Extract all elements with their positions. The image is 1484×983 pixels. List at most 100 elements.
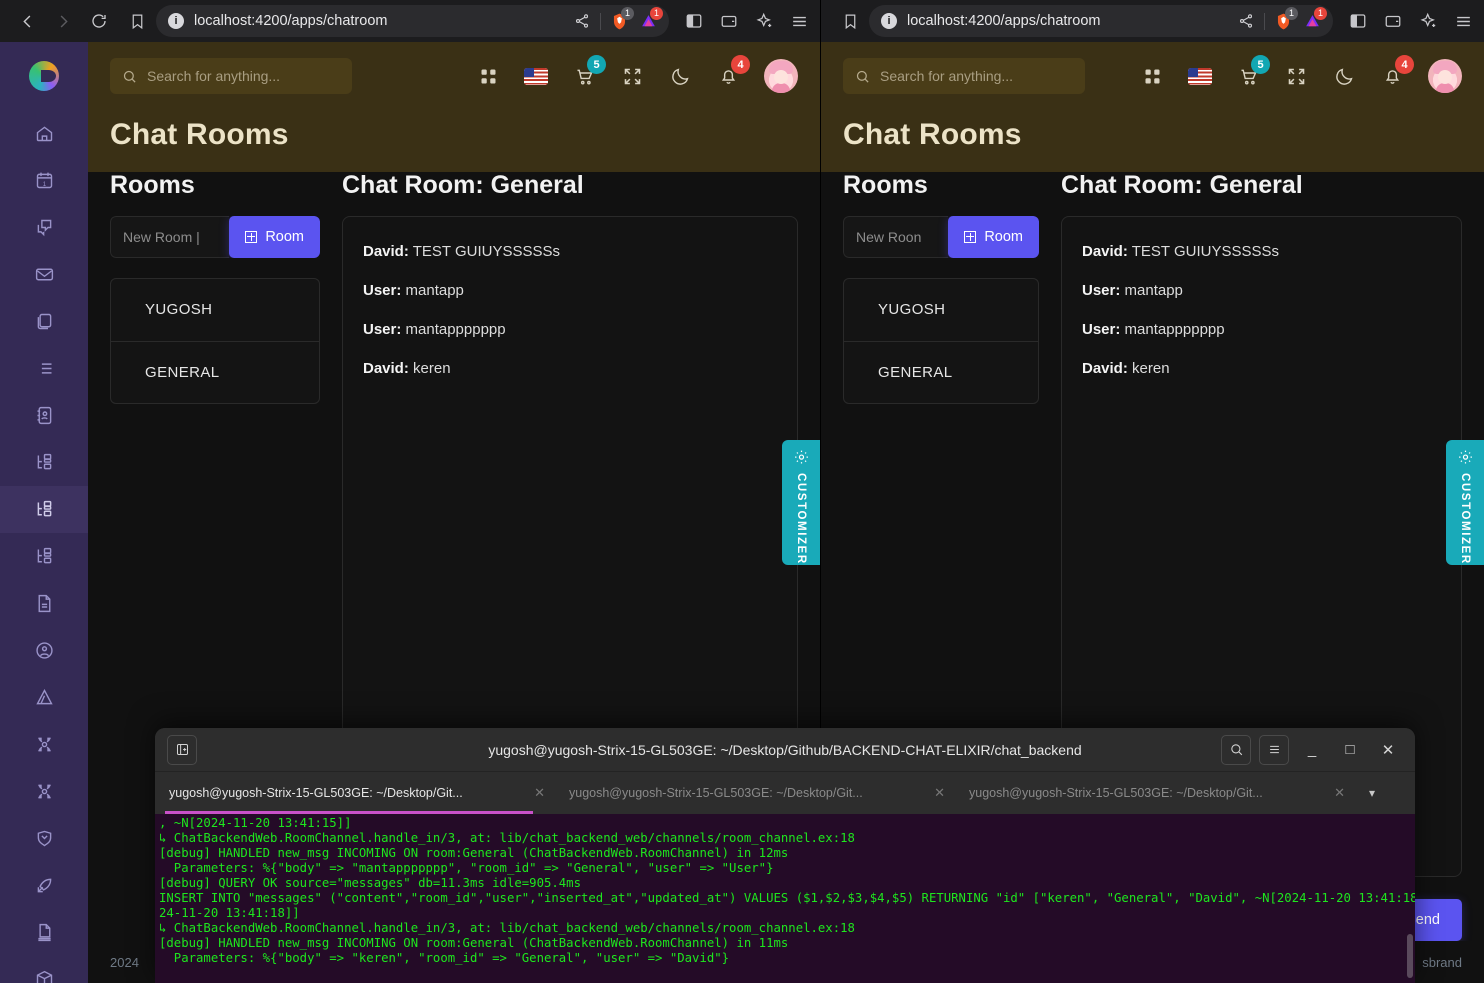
sidebar-panel-icon[interactable] bbox=[1347, 10, 1369, 32]
minimize-button[interactable]: _ bbox=[1297, 735, 1327, 765]
terminal-tab[interactable]: yugosh@yugosh-Strix-15-GL503GE: ~/Deskto… bbox=[555, 772, 955, 814]
apps-grid-icon[interactable] bbox=[476, 64, 500, 88]
sidebar-item-tree-1[interactable] bbox=[0, 439, 88, 486]
close-icon[interactable]: ✕ bbox=[924, 785, 945, 801]
search-input[interactable] bbox=[147, 68, 340, 84]
message-text: mantappppppp bbox=[401, 321, 505, 338]
address-bar[interactable]: i localhost:4200/apps/chatroom 1 1 bbox=[156, 5, 669, 37]
sidebar-item-chat[interactable] bbox=[0, 204, 88, 251]
sidebar-item-home[interactable] bbox=[0, 110, 88, 157]
close-icon[interactable]: ✕ bbox=[524, 785, 545, 801]
notifications-badge: 4 bbox=[1395, 55, 1414, 74]
sidebar-item-atom-2[interactable] bbox=[0, 768, 88, 815]
dark-mode-icon[interactable] bbox=[668, 64, 692, 88]
language-flag-icon[interactable] bbox=[1188, 64, 1212, 88]
sidebar-item-document[interactable] bbox=[0, 580, 88, 627]
extension-icon[interactable]: 1 bbox=[1301, 10, 1323, 32]
terminal-titlebar: yugosh@yugosh-Strix-15-GL503GE: ~/Deskto… bbox=[155, 728, 1415, 772]
maximize-button[interactable]: □ bbox=[1335, 735, 1365, 765]
bookmark-icon[interactable] bbox=[839, 10, 861, 32]
sidebar-item-calendar[interactable]: 1 bbox=[0, 157, 88, 204]
sidebar-item-pages[interactable] bbox=[0, 909, 88, 956]
extension-icon[interactable]: 1 bbox=[637, 10, 659, 32]
language-flag-icon[interactable] bbox=[524, 64, 548, 88]
add-room-button[interactable]: Room bbox=[948, 216, 1039, 258]
app-sidebar: 1 bbox=[0, 42, 88, 983]
new-room-input[interactable] bbox=[110, 216, 229, 258]
customizer-tab[interactable]: CUSTOMIZER bbox=[782, 440, 820, 565]
close-icon[interactable]: ✕ bbox=[1324, 785, 1345, 801]
app-logo[interactable] bbox=[0, 42, 88, 110]
message-row: User: mantapp bbox=[363, 282, 797, 299]
terminal-tab-label: yugosh@yugosh-Strix-15-GL503GE: ~/Deskto… bbox=[969, 786, 1263, 800]
avatar[interactable] bbox=[764, 59, 798, 93]
screen: i localhost:4200/apps/chatroom 1 1 bbox=[0, 0, 1484, 983]
list-item[interactable]: YUGOSH bbox=[111, 279, 319, 341]
message-text: mantapp bbox=[401, 282, 464, 299]
new-tab-icon[interactable] bbox=[167, 735, 197, 765]
site-info-icon[interactable]: i bbox=[168, 13, 184, 29]
list-item[interactable]: YUGOSH bbox=[844, 279, 1038, 341]
back-arrow-icon[interactable] bbox=[16, 10, 38, 32]
terminal-tab[interactable]: yugosh@yugosh-Strix-15-GL503GE: ~/Deskto… bbox=[155, 772, 555, 814]
customizer-tab[interactable]: CUSTOMIZER bbox=[1446, 440, 1484, 565]
search-box[interactable] bbox=[110, 58, 352, 94]
page-title: Chat Rooms bbox=[88, 110, 820, 172]
search-box[interactable] bbox=[843, 58, 1085, 94]
terminal-tab[interactable]: yugosh@yugosh-Strix-15-GL503GE: ~/Deskto… bbox=[955, 772, 1355, 814]
sidebar-item-list[interactable] bbox=[0, 345, 88, 392]
sidebar-item-account[interactable] bbox=[0, 627, 88, 674]
terminal-output[interactable]: , ~N[2024-11-20 13:41:15]] ↳ ChatBackend… bbox=[155, 814, 1415, 983]
wallet-icon[interactable] bbox=[1382, 10, 1404, 32]
message-user: User: bbox=[363, 282, 401, 299]
brave-shields-icon[interactable]: 1 bbox=[1272, 10, 1294, 32]
list-item[interactable]: GENERAL bbox=[111, 341, 319, 403]
forward-arrow-icon[interactable] bbox=[52, 10, 74, 32]
sidebar-item-mail[interactable] bbox=[0, 251, 88, 298]
search-icon[interactable] bbox=[1221, 735, 1251, 765]
wallet-icon[interactable] bbox=[718, 10, 740, 32]
sidebar-item-rocket[interactable] bbox=[0, 862, 88, 909]
share-icon[interactable] bbox=[571, 10, 593, 32]
sidebar-panel-icon[interactable] bbox=[683, 10, 705, 32]
sidebar-item-triangle[interactable] bbox=[0, 674, 88, 721]
sidebar-item-shield[interactable] bbox=[0, 815, 88, 862]
fullscreen-icon[interactable] bbox=[1284, 64, 1308, 88]
notifications-bell-icon[interactable]: 4 bbox=[716, 64, 740, 88]
fullscreen-icon[interactable] bbox=[620, 64, 644, 88]
avatar[interactable] bbox=[1428, 59, 1462, 93]
site-info-icon[interactable]: i bbox=[881, 13, 897, 29]
sidebar-item-contacts[interactable] bbox=[0, 392, 88, 439]
notifications-bell-icon[interactable]: 4 bbox=[1380, 64, 1404, 88]
hamburger-menu-icon[interactable] bbox=[788, 10, 810, 32]
terminal-scrollbar[interactable] bbox=[1407, 934, 1413, 978]
cart-icon[interactable]: 5 bbox=[1236, 64, 1260, 88]
hamburger-menu-icon[interactable] bbox=[1259, 735, 1289, 765]
cart-icon[interactable]: 5 bbox=[572, 64, 596, 88]
list-item[interactable]: GENERAL bbox=[844, 341, 1038, 403]
search-input[interactable] bbox=[880, 68, 1073, 84]
divider bbox=[600, 13, 601, 30]
chevron-down-icon[interactable]: ▾ bbox=[1355, 772, 1389, 814]
cart-badge: 5 bbox=[587, 55, 606, 74]
new-room-input[interactable] bbox=[843, 216, 948, 258]
address-bar-actions: 1 1 bbox=[571, 10, 659, 32]
dark-mode-icon[interactable] bbox=[1332, 64, 1356, 88]
leo-ai-icon[interactable] bbox=[753, 10, 775, 32]
close-button[interactable]: ✕ bbox=[1373, 735, 1403, 765]
plus-square-icon bbox=[964, 231, 976, 243]
reload-icon[interactable] bbox=[88, 10, 110, 32]
hamburger-menu-icon[interactable] bbox=[1452, 10, 1474, 32]
brave-shields-icon[interactable]: 1 bbox=[608, 10, 630, 32]
sidebar-item-tree-2-active[interactable] bbox=[0, 486, 88, 533]
leo-ai-icon[interactable] bbox=[1417, 10, 1439, 32]
sidebar-item-box[interactable] bbox=[0, 956, 88, 983]
bookmark-icon[interactable] bbox=[126, 10, 148, 32]
apps-grid-icon[interactable] bbox=[1140, 64, 1164, 88]
add-room-button[interactable]: Room bbox=[229, 216, 320, 258]
address-bar[interactable]: i localhost:4200/apps/chatroom 1 1 bbox=[869, 5, 1333, 37]
sidebar-item-atom-1[interactable] bbox=[0, 721, 88, 768]
share-icon[interactable] bbox=[1235, 10, 1257, 32]
sidebar-item-tree-3[interactable] bbox=[0, 533, 88, 580]
sidebar-item-files[interactable] bbox=[0, 298, 88, 345]
